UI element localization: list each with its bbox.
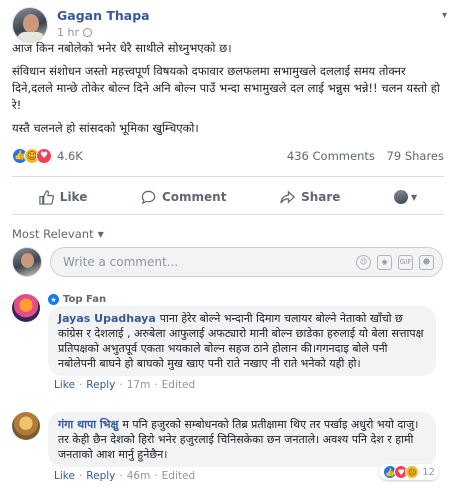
post-stats: 436 Comments 79 Shares <box>287 149 444 163</box>
comments-count[interactable]: 436 Comments <box>287 149 375 163</box>
avatar-face <box>23 14 39 33</box>
comment-label: Comment <box>161 190 227 204</box>
commenter-name[interactable]: Jayas Upadhaya <box>58 312 156 325</box>
share-icon <box>280 189 296 204</box>
comment-body: गंगा थापा भिक्षु म पनि हजुरको सम्बोधनको त… <box>48 412 436 482</box>
comment-like-link[interactable]: Like <box>54 470 75 482</box>
commenter-name[interactable]: गंगा थापा भिक्षु <box>58 418 118 431</box>
comment-sort-dropdown[interactable]: Most Relevant ▼ <box>12 227 104 241</box>
comment-composer: Write a comment... ☺ ◉ GIF ☻ <box>12 247 443 277</box>
comment-edited[interactable]: Edited <box>162 470 195 482</box>
avatar-face <box>21 253 34 268</box>
sad-reaction-icon: ☹ <box>405 465 420 479</box>
commenter-avatar[interactable] <box>12 412 40 440</box>
chevron-down-icon: ▼ <box>97 229 104 239</box>
post-paragraph: संविधान संशोधन जस्तो महत्त्वपूर्ण विषयको… <box>12 64 440 112</box>
mini-avatar <box>394 190 409 204</box>
share-label: Share <box>301 190 341 204</box>
comment-like-link[interactable]: Like <box>54 379 75 391</box>
comment-button[interactable]: Comment <box>141 190 226 205</box>
top-fan-badge: ★ Top Fan <box>48 294 436 305</box>
comment-icon <box>141 190 156 204</box>
post-time[interactable]: 1 hr <box>57 26 79 39</box>
comment-reply-link[interactable]: Reply <box>86 470 115 482</box>
emoji-icon[interactable]: ☺ <box>356 254 371 270</box>
comment-time[interactable]: 17m <box>127 379 151 391</box>
sticker-icon[interactable]: ☻ <box>419 254 434 270</box>
author-name[interactable]: Gagan Thapa <box>57 8 150 24</box>
reaction-icons[interactable]: 👍 ☺ ♥ 4.6K <box>12 148 83 164</box>
divider <box>12 176 444 177</box>
comment-reaction-summary[interactable]: 👍 ♥ ☹ 12 <box>379 464 439 480</box>
separator: · <box>119 470 123 482</box>
share-button[interactable]: Share <box>280 189 341 205</box>
comment-reply-link[interactable]: Reply <box>86 379 115 391</box>
comment-sort-label: Most Relevant <box>12 227 94 241</box>
top-fan-icon: ★ <box>48 294 59 305</box>
like-label: Like <box>59 190 88 204</box>
divider <box>12 214 444 215</box>
post-body: आज किन नबोलेको भनेर धेरै साथीले सोध्नुभए… <box>12 40 444 143</box>
post-paragraph: आज किन नबोलेको भनेर धेरै साथीले सोध्नुभए… <box>12 41 232 55</box>
post-header: Gagan Thapa 1 hr <box>12 7 150 43</box>
comment-input[interactable]: Write a comment... ☺ ◉ GIF ☻ <box>50 247 443 277</box>
comment-edited[interactable]: Edited <box>162 379 195 391</box>
post-options-chevron-down-icon[interactable]: ▾ <box>442 10 447 21</box>
comment-body: ★ Top Fan Jayas Upadhaya पाना हेरेर बोल्न… <box>48 294 436 391</box>
comment-meta: Like · Reply · 17m · Edited <box>54 379 436 391</box>
like-icon <box>39 189 54 205</box>
comment-time[interactable]: 46m <box>127 470 151 482</box>
chevron-down-icon: ▼ <box>411 192 418 202</box>
globe-icon <box>83 28 92 37</box>
author-block: Gagan Thapa 1 hr <box>57 7 150 39</box>
current-user-avatar[interactable] <box>12 247 42 277</box>
commenter-avatar[interactable] <box>12 294 40 322</box>
separator: · <box>154 379 158 391</box>
comment-item: गंगा थापा भिक्षु म पनि हजुरको सम्बोधनको त… <box>12 412 436 482</box>
react-as-selector[interactable]: ▼ <box>394 190 417 204</box>
separator: · <box>78 470 83 482</box>
comment-bubble: गंगा थापा भिक्षु म पनि हजुरको सम्बोधनको त… <box>48 412 436 467</box>
shares-count[interactable]: 79 Shares <box>387 149 444 163</box>
comment-bubble: Jayas Upadhaya पाना हेरेर बोल्ने भन्दानी … <box>48 306 436 376</box>
reaction-count[interactable]: 4.6K <box>57 149 83 163</box>
like-button[interactable]: Like <box>39 189 88 205</box>
gif-icon[interactable]: GIF <box>398 254 413 270</box>
separator: · <box>154 470 158 482</box>
action-bar: Like Comment Share ▼ <box>12 184 444 210</box>
camera-icon[interactable]: ◉ <box>377 254 392 270</box>
author-avatar[interactable] <box>12 7 48 43</box>
post-paragraph: यस्तै चलनले हो सांसदको भूमिका खुम्चिएको। <box>12 121 199 135</box>
comment-placeholder: Write a comment... <box>63 255 179 269</box>
separator: · <box>119 379 123 391</box>
post-meta: 1 hr <box>57 26 150 39</box>
comment-item: ★ Top Fan Jayas Upadhaya पाना हेरेर बोल्न… <box>12 294 436 391</box>
comment-reaction-count: 12 <box>422 466 435 478</box>
top-fan-label: Top Fan <box>63 294 107 305</box>
reactions-summary: 👍 ☺ ♥ 4.6K 436 Comments 79 Shares <box>12 148 444 164</box>
separator: · <box>78 379 83 391</box>
love-reaction-icon: ♥ <box>36 148 52 164</box>
